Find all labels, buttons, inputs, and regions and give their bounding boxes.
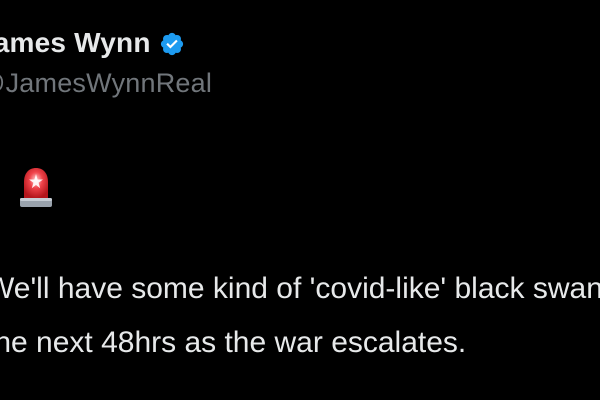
siren-icon: [16, 164, 56, 210]
tweet-text-line: We'll have some kind of 'covid-like' bla…: [0, 272, 600, 305]
tweet-header: James Wynn @JamesWynnReal: [0, 26, 212, 99]
verified-badge-icon: [159, 31, 185, 57]
author-display-name[interactable]: James Wynn: [0, 27, 151, 59]
tweet-text: We'll have some kind of 'covid-like' bla…: [0, 262, 600, 370]
tweet-text-line: the next 48hrs as the war escalates.: [0, 326, 467, 359]
name-row: James Wynn: [0, 26, 212, 60]
tweet-card[interactable]: James Wynn @JamesWynnReal: [0, 0, 600, 400]
author-handle[interactable]: @JamesWynnReal: [0, 68, 212, 99]
